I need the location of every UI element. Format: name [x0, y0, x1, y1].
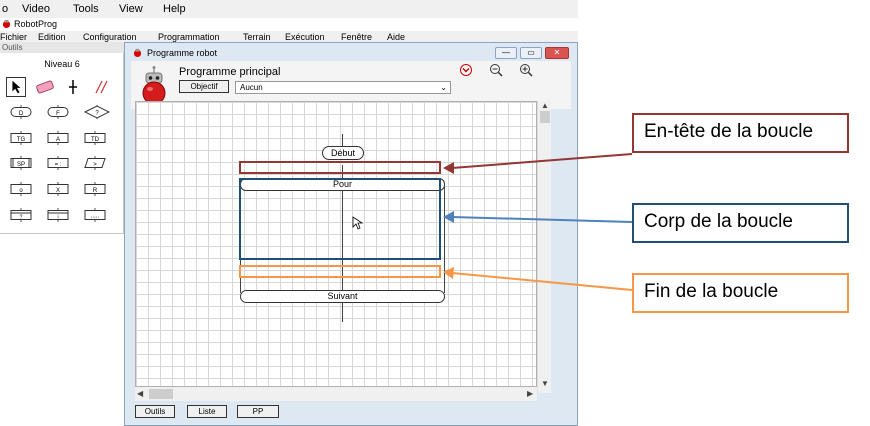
loop-end-callout: Fin de la boucle [632, 273, 849, 313]
end-arrow-line [451, 272, 633, 291]
loop-header-callout: En-tête de la boucle [632, 113, 849, 153]
end-arrow-head [443, 267, 454, 279]
body-arrow-head [443, 211, 454, 223]
loop-body-callout: Corp de la boucle [632, 203, 849, 243]
header-arrow-head [443, 162, 454, 174]
header-arrow-line [451, 153, 633, 169]
body-arrow-line [451, 216, 633, 223]
